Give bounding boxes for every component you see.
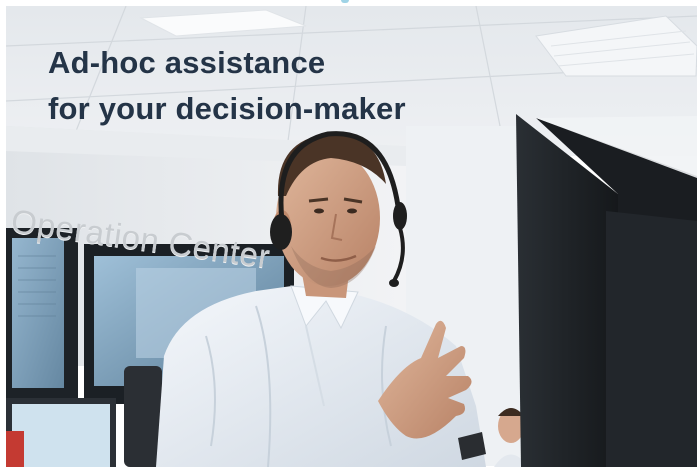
hero-banner: Operation Center Ad-hoc assistance for y… xyxy=(6,6,697,467)
hero-headline: Ad-hoc assistance for your decision-make… xyxy=(48,40,406,132)
headline-line-2: for your decision-maker xyxy=(48,91,406,126)
headline-line-1: Ad-hoc assistance xyxy=(48,45,326,80)
top-accent-marker xyxy=(341,0,349,3)
